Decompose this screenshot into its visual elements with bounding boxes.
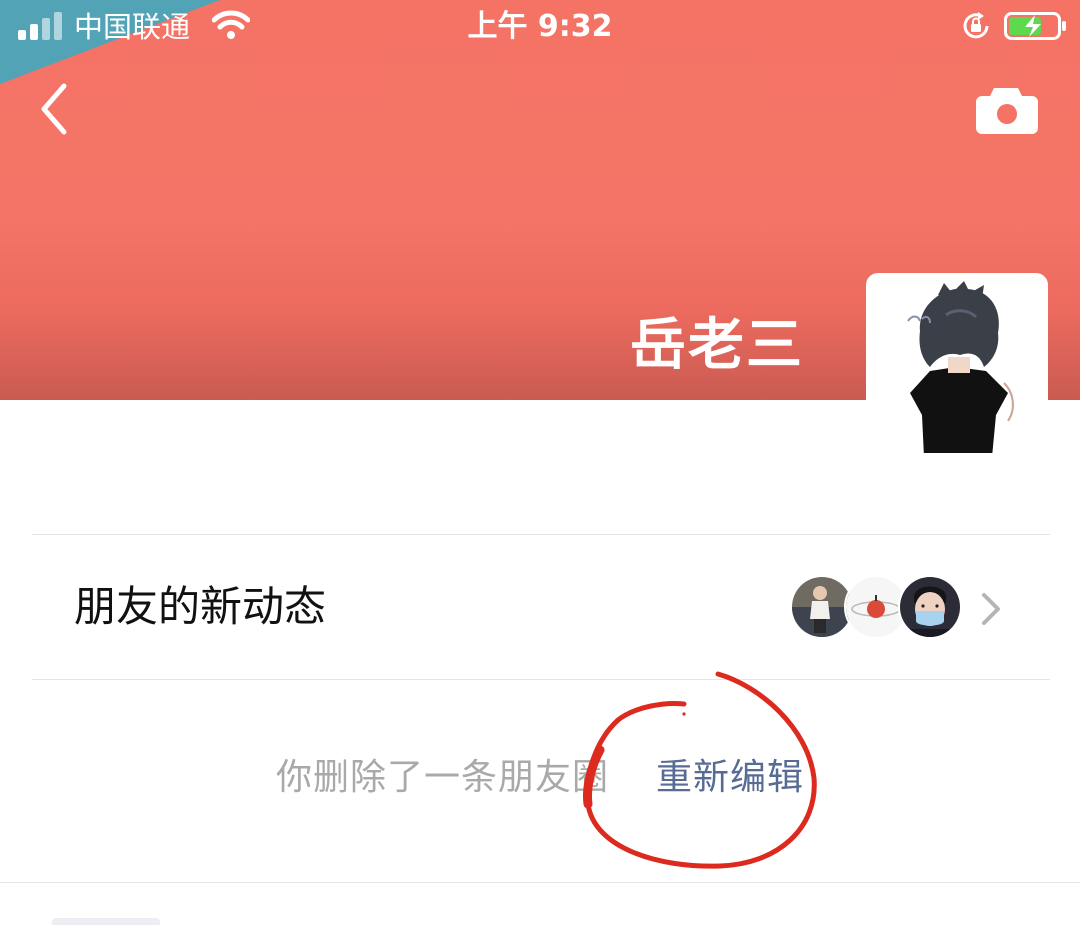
avatar-illustration (868, 275, 1046, 453)
camera-icon[interactable] (972, 82, 1042, 138)
status-bar: 中国联通 上午 9:32 (0, 0, 1080, 56)
user-name: 岳老三 (630, 313, 804, 378)
battery-charging-icon (1004, 12, 1066, 40)
re-edit-link[interactable]: 重新编辑 (656, 754, 804, 802)
divider-bottom (32, 679, 1050, 680)
profile-avatar[interactable] (866, 273, 1048, 455)
rotation-lock-icon (963, 12, 989, 39)
next-item-placeholder (52, 918, 160, 925)
chevron-right-icon (982, 593, 1000, 625)
friends-updates-row[interactable]: 朋友的新动态 (32, 535, 1050, 679)
deleted-moment-notice: 你删除了一条朋友圈 重新编辑 (0, 748, 1080, 808)
friend-avatar-3 (898, 575, 962, 639)
deleted-notice-text: 你删除了一条朋友圈 (276, 757, 610, 798)
status-time: 上午 9:32 (467, 9, 613, 44)
friends-updates-label: 朋友的新动态 (74, 582, 327, 631)
back-chevron-icon[interactable] (28, 76, 88, 142)
divider-footer (0, 882, 1080, 883)
